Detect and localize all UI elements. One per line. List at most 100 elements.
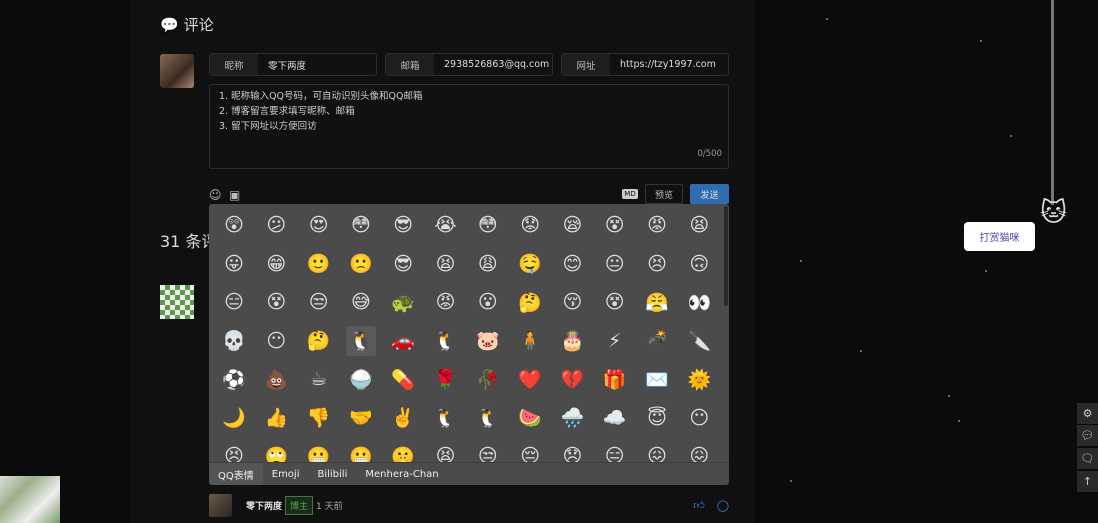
email-input[interactable]: 2938526863@qq.com	[434, 54, 549, 75]
comments-side-icon[interactable]: 🗨	[1077, 448, 1098, 469]
emoji-item[interactable]: 😣	[642, 249, 672, 279]
emoji-item[interactable]: 😬	[346, 441, 376, 463]
emoji-item[interactable]: 🌙	[219, 403, 249, 433]
reply-icon[interactable]: ◯	[717, 499, 729, 512]
tab-bilibili[interactable]: Bilibili	[308, 463, 356, 485]
emoji-item[interactable]: 😑	[219, 287, 249, 317]
emoji-item[interactable]: 🤝	[346, 403, 376, 433]
url-field[interactable]: 网址 https://tzy1997.com	[561, 53, 729, 76]
emoji-item[interactable]: ⚽	[219, 364, 249, 394]
emoji-item[interactable]: 🙁	[346, 249, 376, 279]
emoji-item[interactable]: 🎂	[557, 326, 587, 356]
emoji-item[interactable]: 💣	[642, 326, 672, 356]
avatar[interactable]	[160, 54, 194, 88]
emoji-item[interactable]: 🐧	[473, 403, 503, 433]
emoji-item[interactable]: 😟	[515, 210, 545, 240]
emoji-item[interactable]: 😪	[557, 210, 587, 240]
emoji-item[interactable]: 💊	[388, 364, 418, 394]
emoji-item[interactable]: 😳	[473, 210, 503, 240]
emoji-item[interactable]: 🐷	[473, 326, 503, 356]
emoji-item[interactable]: 👀	[684, 287, 714, 317]
emoji-item[interactable]: 🙃	[684, 249, 714, 279]
emoji-item[interactable]: 🤫	[388, 441, 418, 463]
emoji-item[interactable]: 🙂	[304, 249, 334, 279]
reply-author[interactable]: 零下两度	[246, 499, 282, 512]
emoji-item[interactable]: 🐧	[345, 325, 376, 356]
emoji-item[interactable]: 😩	[473, 249, 503, 279]
emoji-item[interactable]: 🤔	[515, 287, 545, 317]
emoji-item[interactable]: 😒	[304, 287, 334, 317]
tab-menhera[interactable]: Menhera-Chan	[356, 463, 447, 485]
emoji-item[interactable]: 🐧	[431, 326, 461, 356]
emoji-item[interactable]: 💔	[557, 364, 587, 394]
emoji-item[interactable]: 😞	[557, 441, 587, 462]
emoji-item[interactable]: 😫	[684, 210, 714, 240]
emoji-item[interactable]: 😲	[219, 210, 249, 240]
music-player-thumbnail[interactable]	[0, 476, 60, 523]
emoji-item[interactable]: 😫	[431, 441, 461, 462]
emoji-item[interactable]: 😑	[600, 441, 630, 462]
comment-textarea[interactable]: 1. 昵称输入QQ号码，可自动识别头像和QQ邮箱 2. 博客留言要求填写昵称、邮…	[209, 84, 729, 169]
emoji-item[interactable]: ✌️	[388, 403, 418, 433]
tab-emoji[interactable]: Emoji	[263, 463, 309, 485]
emoji-item[interactable]: 😵	[261, 287, 291, 317]
emoji-item[interactable]: 💀	[219, 326, 249, 356]
reward-cat-button[interactable]: 打赏猫咪	[964, 222, 1035, 251]
url-input[interactable]: https://tzy1997.com	[610, 54, 716, 75]
nickname-field[interactable]: 昵称 零下两度	[209, 53, 377, 76]
emoji-item[interactable]: 🔪	[684, 326, 714, 356]
emoji-item[interactable]: 😊	[557, 249, 587, 279]
emoji-item[interactable]: 😮	[473, 287, 503, 317]
preview-button[interactable]: 预览	[645, 184, 683, 204]
emoji-item[interactable]: 😛	[219, 249, 249, 279]
emoji-item[interactable]: 😤	[642, 287, 672, 317]
settings-icon[interactable]: ⚙	[1077, 403, 1098, 424]
emoji-item[interactable]: 😐	[600, 249, 630, 279]
emoji-item[interactable]: ☁️	[600, 403, 630, 433]
emoji-item[interactable]: 🐧	[431, 403, 461, 433]
emoji-item[interactable]: 😎	[388, 249, 418, 279]
emoji-item[interactable]: 😶	[261, 326, 291, 356]
emoji-item[interactable]: 🚗	[388, 326, 418, 356]
emoji-item[interactable]: 😅	[346, 287, 376, 317]
emoji-item[interactable]: 😖	[642, 441, 672, 462]
emoji-item[interactable]: 👎	[304, 403, 334, 433]
back-to-top-icon[interactable]: ↑	[1077, 471, 1098, 492]
emoji-item[interactable]: 🍚	[346, 364, 376, 394]
emoji-item[interactable]: 🌞	[684, 364, 714, 394]
nickname-input[interactable]: 零下两度	[258, 54, 306, 75]
emoji-item[interactable]: 🧍	[515, 326, 545, 356]
emoji-item[interactable]: 😣	[219, 441, 249, 462]
emoji-item[interactable]: 🤤	[515, 249, 545, 279]
emoji-item[interactable]: 😳	[346, 210, 376, 240]
emoji-item[interactable]: 🐢	[388, 287, 418, 317]
emoji-item[interactable]: 🥀	[473, 364, 503, 394]
emoji-item[interactable]: 💩	[261, 364, 291, 394]
cat-mascot-icon[interactable]: 🐱	[1040, 198, 1067, 228]
send-button[interactable]: 发送	[690, 184, 729, 204]
emoji-item[interactable]: 😡	[642, 210, 672, 240]
emoji-item[interactable]: ⚡	[600, 326, 630, 356]
emoji-item[interactable]: ✉️	[642, 364, 672, 394]
emoji-item[interactable]: 😵	[600, 287, 630, 317]
emoji-item[interactable]: 🎁	[600, 364, 630, 394]
markdown-icon[interactable]: MD	[622, 189, 638, 199]
emoji-item[interactable]: 😶	[684, 403, 714, 433]
emoji-icon[interactable]: ☺	[209, 188, 222, 202]
tab-qq[interactable]: QQ表情	[209, 463, 263, 485]
emoji-item[interactable]: 🍉	[515, 403, 545, 433]
emoji-item[interactable]: 👍	[261, 403, 291, 433]
emoji-item[interactable]: ☕	[304, 364, 334, 394]
emoji-scrollbar[interactable]	[724, 206, 728, 306]
emoji-item[interactable]: ❤️	[515, 364, 545, 394]
image-icon[interactable]: ▣	[229, 188, 240, 202]
emoji-item[interactable]: 😵	[600, 210, 630, 240]
emoji-item[interactable]: 🙄	[261, 441, 291, 463]
chat-icon[interactable]: 💬︎	[1077, 425, 1098, 446]
emoji-item[interactable]: 😫	[431, 249, 461, 279]
emoji-item[interactable]: 😍	[304, 210, 334, 240]
like-icon[interactable]: 👍︎	[693, 499, 705, 512]
emoji-item[interactable]: 🌹	[431, 364, 461, 394]
emoji-item[interactable]: 🌧️	[557, 403, 587, 433]
emoji-item[interactable]: 😎	[388, 210, 418, 240]
